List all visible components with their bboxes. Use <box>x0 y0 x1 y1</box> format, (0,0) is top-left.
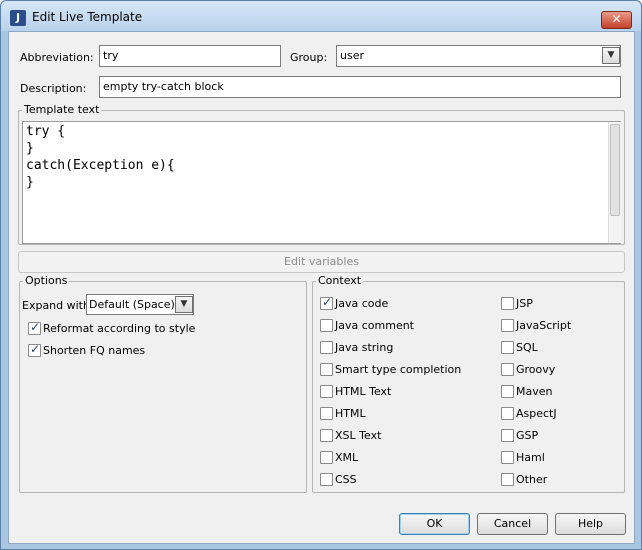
context-label: XSL Text <box>335 429 382 442</box>
code-line: catch(Exception e){ <box>26 158 175 173</box>
shorten-fq-names-checkbox[interactable] <box>28 342 41 357</box>
group-combobox[interactable]: user <box>336 45 621 67</box>
context-label: Groovy <box>516 363 556 376</box>
context-checkbox-jsp[interactable] <box>501 297 514 310</box>
template-text-editor[interactable]: try { } catch(Exception e){ } <box>22 121 621 244</box>
close-button[interactable]: ✕ <box>601 11 632 29</box>
context-label: Java code <box>335 297 389 310</box>
window-title: Edit Live Template <box>32 10 143 24</box>
editor-scroll-thumb[interactable] <box>610 124 620 216</box>
context-checkbox-java-string[interactable] <box>320 341 333 354</box>
context-checkbox-sql[interactable] <box>501 341 514 354</box>
template-text-title: Template text <box>22 103 102 116</box>
context-label: HTML Text <box>335 385 392 398</box>
group-dropdown-arrow-icon[interactable]: ▼ <box>602 47 620 64</box>
context-checkbox-css[interactable] <box>320 473 333 486</box>
context-checkbox-html[interactable] <box>320 407 333 420</box>
group-value: user <box>340 49 364 62</box>
cancel-button[interactable]: Cancel <box>477 513 548 535</box>
context-checkbox-maven[interactable] <box>501 385 514 398</box>
context-label: XML <box>335 451 359 464</box>
expand-with-label: Expand with <box>22 299 90 312</box>
context-checkbox-java-code[interactable] <box>320 295 333 310</box>
intellij-logo-icon: J <box>10 10 26 26</box>
editor-scrollbar[interactable] <box>608 122 621 243</box>
dialog-window: J Edit Live Template ✕ Abbreviation: try… <box>0 0 642 550</box>
context-checkbox-smart-type-completion[interactable] <box>320 363 333 376</box>
context-label: JavaScript <box>516 319 572 332</box>
context-label: CSS <box>335 473 357 486</box>
expand-with-value: Default (Space) <box>89 298 175 311</box>
options-title: Options <box>23 274 70 287</box>
context-checkbox-java-comment[interactable] <box>320 319 333 332</box>
help-button[interactable]: Help <box>555 513 626 535</box>
context-checkbox-javascript[interactable] <box>501 319 514 332</box>
context-label: Java string <box>335 341 394 354</box>
title-bar[interactable]: J Edit Live Template ✕ <box>1 1 641 31</box>
code-line: try { <box>26 124 66 139</box>
context-label: Maven <box>516 385 553 398</box>
context-checkbox-other[interactable] <box>501 473 514 486</box>
context-title: Context <box>316 274 364 287</box>
context-checkbox-xml[interactable] <box>320 451 333 464</box>
context-checkbox-html-text[interactable] <box>320 385 333 398</box>
context-label: Java comment <box>335 319 414 332</box>
context-label: HTML <box>335 407 366 420</box>
ok-button[interactable]: OK <box>399 513 470 535</box>
context-label: Other <box>516 473 548 486</box>
edit-variables-button[interactable]: Edit variables <box>18 251 625 273</box>
code-line: } <box>26 175 34 190</box>
expand-with-dropdown-arrow-icon[interactable]: ▼ <box>175 296 193 313</box>
dialog-content: Abbreviation: try Group: user ▼ Descript… <box>8 31 635 544</box>
group-label: Group: <box>290 51 328 64</box>
shorten-fq-names-label: Shorten FQ names <box>43 344 146 357</box>
description-label: Description: <box>20 82 87 95</box>
context-label: Smart type completion <box>335 363 462 376</box>
context-checkbox-groovy[interactable] <box>501 363 514 376</box>
description-input[interactable]: empty try-catch block <box>99 76 621 98</box>
context-label: AspectJ <box>516 407 557 420</box>
reformat-label: Reformat according to style <box>43 322 196 335</box>
abbreviation-input[interactable]: try <box>99 45 281 67</box>
context-checkbox-aspectj[interactable] <box>501 407 514 420</box>
context-label: GSP <box>516 429 539 442</box>
context-checkbox-haml[interactable] <box>501 451 514 464</box>
context-checkbox-xsl-text[interactable] <box>320 429 333 442</box>
context-label: JSP <box>516 297 533 310</box>
abbreviation-label: Abbreviation: <box>20 51 94 64</box>
context-checkbox-gsp[interactable] <box>501 429 514 442</box>
context-label: Haml <box>516 451 545 464</box>
context-label: SQL <box>516 341 538 354</box>
code-line: } <box>26 141 34 156</box>
reformat-checkbox[interactable] <box>28 320 41 335</box>
